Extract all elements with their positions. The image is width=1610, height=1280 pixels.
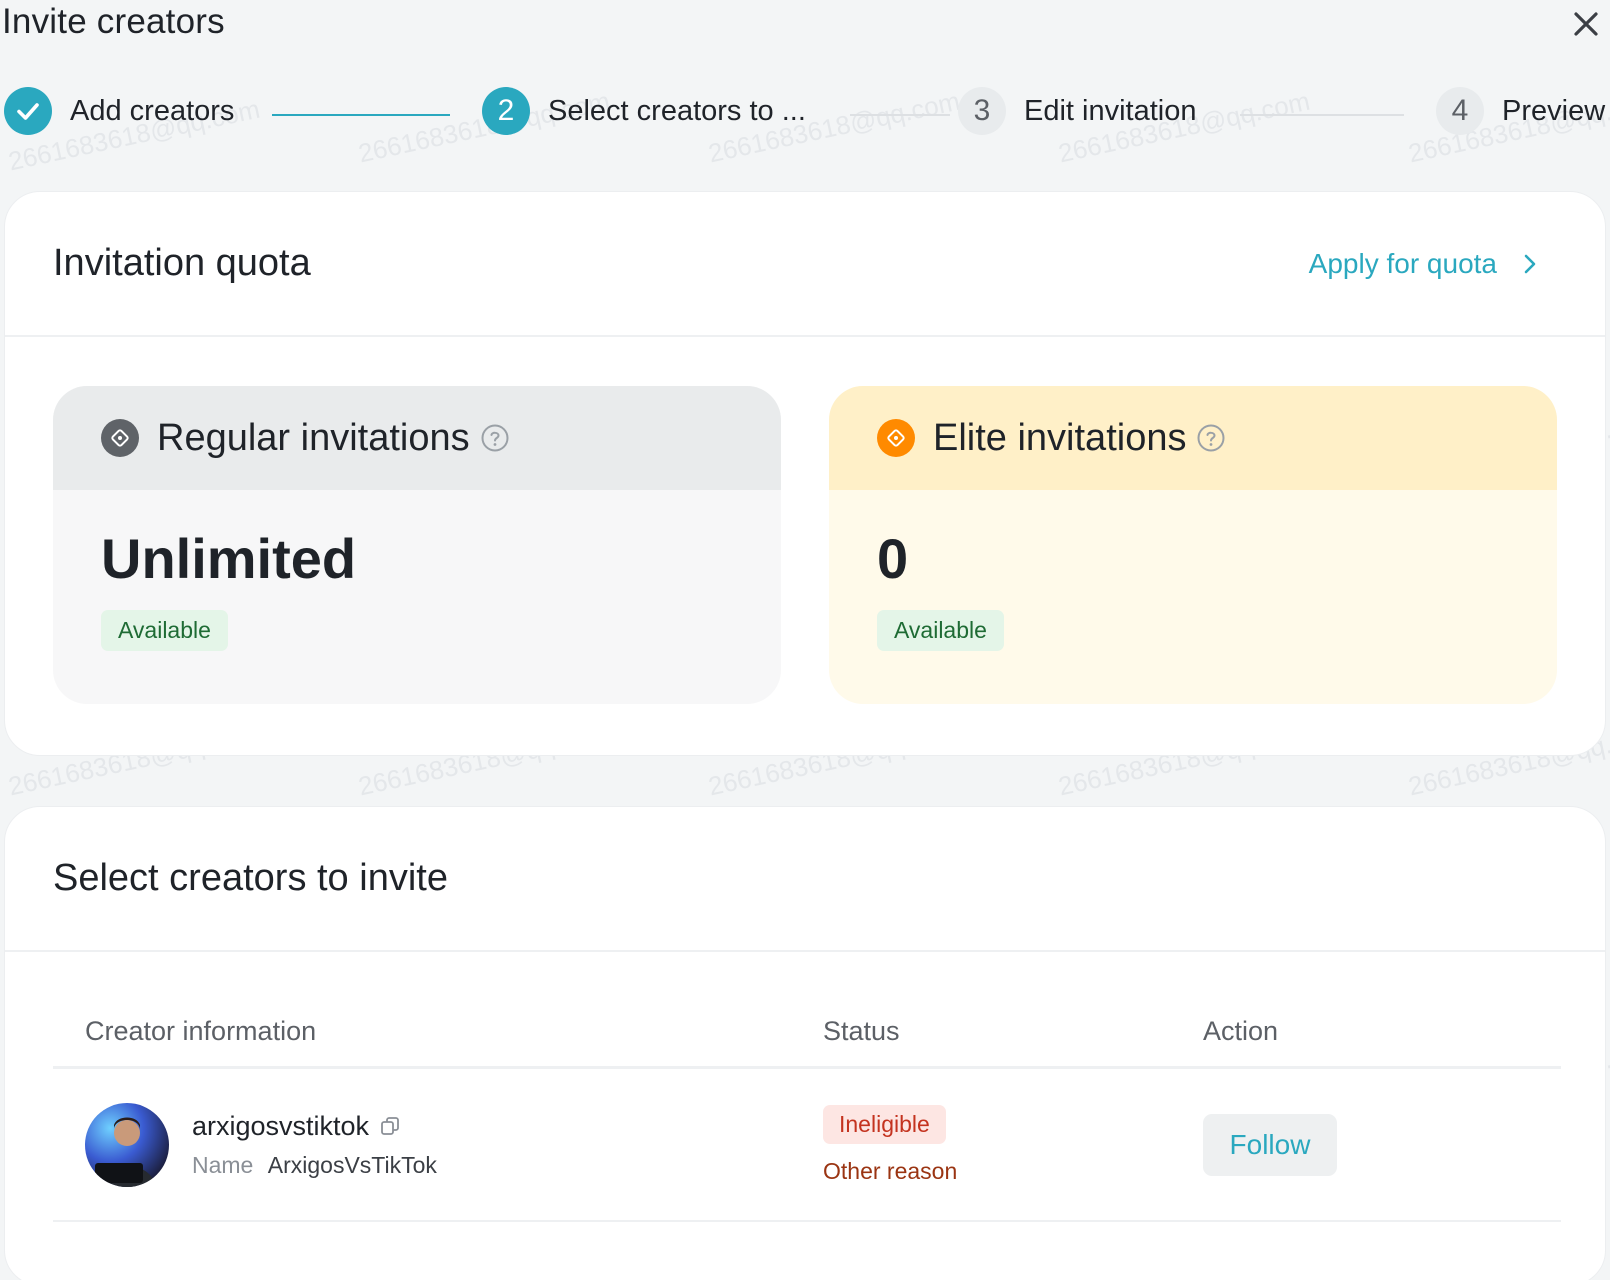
invitation-quota-card: Invitation quota Apply for quota Regular… bbox=[4, 191, 1606, 756]
check-icon bbox=[17, 103, 39, 120]
creator-name-value: ArxigosVsTikTok bbox=[267, 1151, 437, 1178]
ticket-icon bbox=[877, 419, 915, 457]
column-header-creator-information: Creator information bbox=[85, 1016, 317, 1046]
creator-handle-row: arxigosvstiktok bbox=[192, 1111, 437, 1142]
help-icon[interactable] bbox=[1196, 423, 1226, 453]
quota-card-header: Invitation quota Apply for quota bbox=[5, 192, 1605, 337]
step-3-circle: 3 bbox=[958, 87, 1006, 135]
step-4-circle: 4 bbox=[1436, 87, 1484, 135]
select-card-title: Select creators to invite bbox=[53, 857, 448, 899]
status-badge: Ineligible bbox=[823, 1104, 946, 1144]
creator-handle[interactable]: arxigosvstiktok bbox=[192, 1111, 369, 1142]
regular-invitations-value: Unlimited bbox=[101, 527, 357, 590]
follow-button[interactable]: Follow bbox=[1203, 1113, 1337, 1176]
step-connector bbox=[1240, 114, 1404, 116]
apply-for-quota-label[interactable]: Apply for quota bbox=[1309, 248, 1497, 280]
step-edit-invitation[interactable]: 3 Edit invitation bbox=[958, 86, 1197, 136]
column-header-status: Status bbox=[823, 1016, 900, 1046]
copy-icon[interactable] bbox=[379, 1115, 401, 1137]
creator-meta: arxigosvstiktok Name ArxigosVsTikTok bbox=[192, 1111, 437, 1179]
action-cell: Follow bbox=[1203, 1113, 1561, 1176]
regular-invitations-box: Regular invitations Unlimited Available bbox=[53, 386, 781, 704]
elite-invitations-title: Elite invitations bbox=[933, 416, 1187, 459]
creators-table: Creator information Status Action arxigo… bbox=[53, 997, 1561, 1222]
help-icon[interactable] bbox=[480, 423, 510, 453]
step-connector bbox=[850, 114, 950, 116]
apply-for-quota-link[interactable]: Apply for quota bbox=[1309, 248, 1537, 280]
close-button[interactable] bbox=[1566, 4, 1606, 44]
step-add-creators[interactable]: Add creators bbox=[4, 86, 234, 136]
step-preview[interactable]: 4 Preview bbox=[1436, 86, 1605, 136]
table-row: arxigosvstiktok Name ArxigosVsTikTok Ine… bbox=[53, 1069, 1561, 1222]
step-1-circle bbox=[4, 87, 52, 135]
elite-invitations-value: 0 bbox=[877, 527, 909, 590]
dialog-title: Invite creators bbox=[2, 2, 225, 41]
step-2-circle: 2 bbox=[482, 87, 530, 135]
creator-name-label: Name bbox=[192, 1151, 254, 1178]
chevron-right-icon[interactable] bbox=[1523, 253, 1537, 275]
available-badge: Available bbox=[101, 610, 228, 651]
column-header-action: Action bbox=[1203, 1016, 1279, 1046]
invite-creators-dialog: 2661683618@qq.com 2661683618@qq.com 2661… bbox=[0, 0, 1610, 1280]
step-3-label: Edit invitation bbox=[1024, 94, 1197, 127]
step-2-label: Select creators to ... bbox=[548, 94, 806, 127]
quota-card-title: Invitation quota bbox=[53, 242, 311, 284]
regular-invitations-title: Regular invitations bbox=[157, 416, 470, 459]
creator-name-row: Name ArxigosVsTikTok bbox=[192, 1152, 437, 1179]
step-4-label: Preview bbox=[1502, 94, 1606, 127]
step-select-creators[interactable]: 2 Select creators to ... bbox=[482, 86, 806, 136]
avatar[interactable] bbox=[85, 1102, 169, 1187]
select-creators-card: Select creators to invite Creator inform… bbox=[4, 806, 1606, 1280]
step-1-label: Add creators bbox=[70, 94, 235, 127]
step-connector bbox=[272, 114, 450, 116]
status-cell: Ineligible Other reason bbox=[823, 1104, 1203, 1185]
elite-invitations-header: Elite invitations bbox=[829, 386, 1557, 490]
creator-info-cell: arxigosvstiktok Name ArxigosVsTikTok bbox=[53, 1102, 823, 1187]
available-badge: Available bbox=[877, 610, 1004, 651]
table-header: Creator information Status Action bbox=[53, 997, 1561, 1069]
select-card-header: Select creators to invite bbox=[5, 807, 1605, 952]
elite-invitations-box: Elite invitations 0 Available bbox=[829, 386, 1557, 704]
close-icon[interactable] bbox=[1573, 11, 1599, 37]
regular-invitations-header: Regular invitations bbox=[53, 386, 781, 490]
status-reason: Other reason bbox=[823, 1157, 958, 1184]
ticket-icon bbox=[101, 419, 139, 457]
